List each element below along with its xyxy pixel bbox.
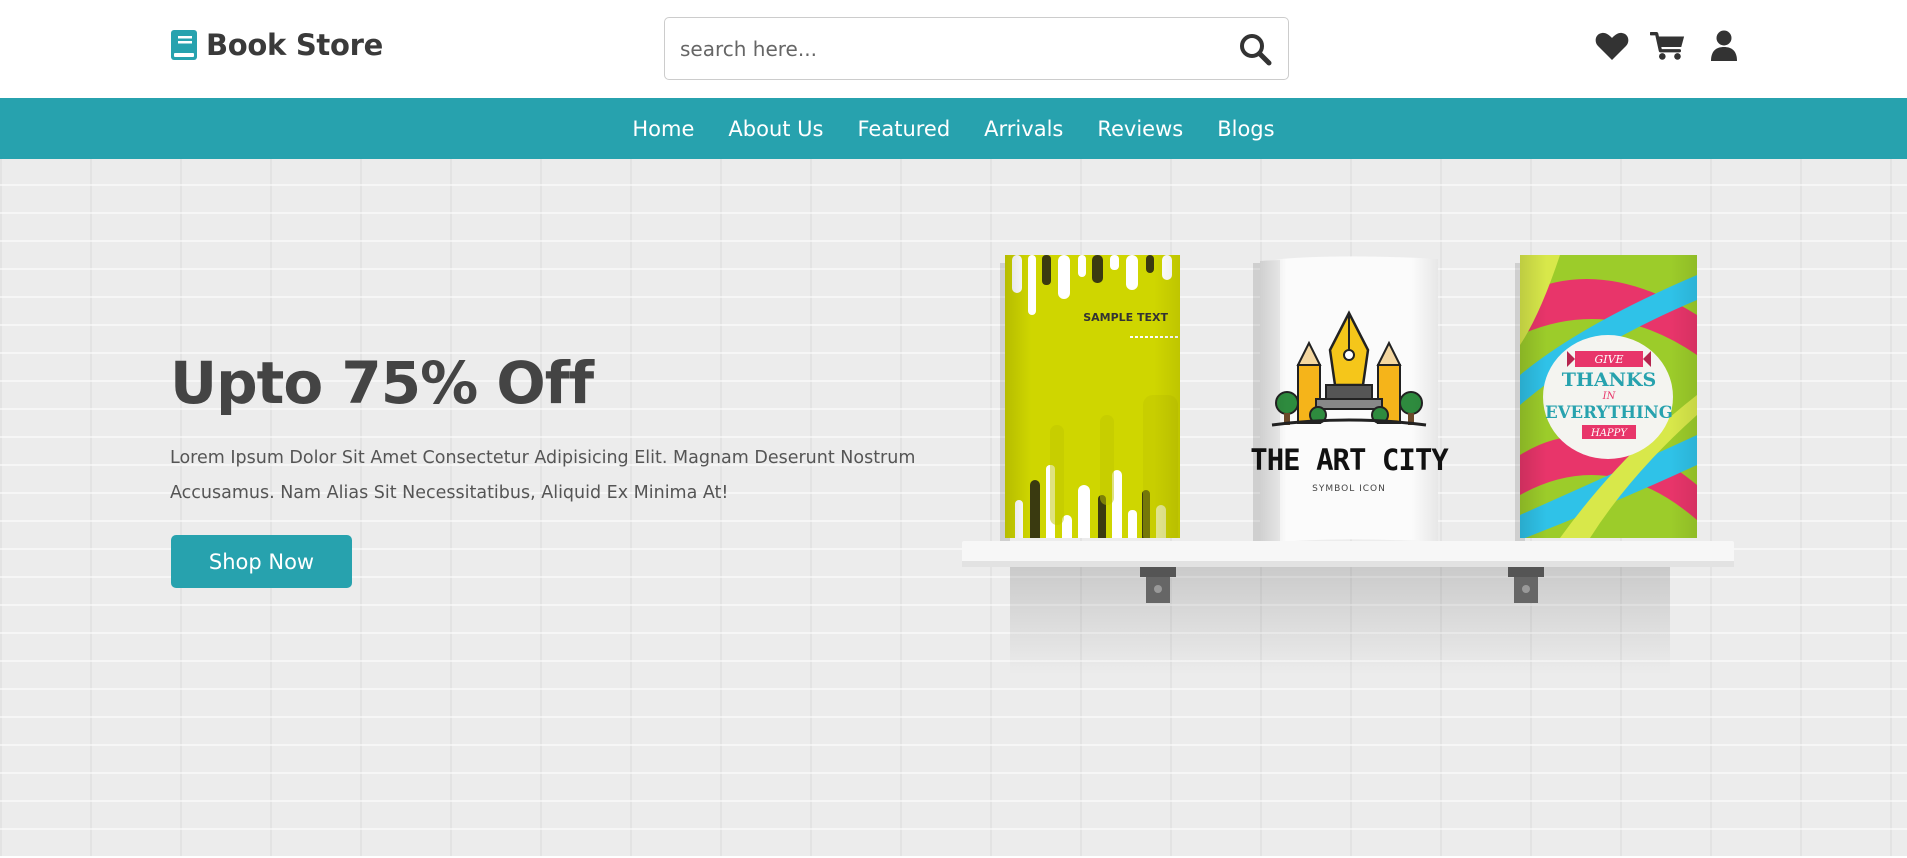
search-input[interactable] (680, 18, 1220, 79)
hero-description: Lorem Ipsum Dolor Sit Amet Consectetur A… (170, 448, 916, 503)
search-icon[interactable] (1238, 32, 1272, 66)
user-icon (1711, 30, 1737, 61)
nav-reviews[interactable]: Reviews (1080, 117, 1200, 141)
wishlist-button[interactable] (1594, 28, 1630, 64)
header-icons (1594, 28, 1742, 64)
nav-blogs[interactable]: Blogs (1200, 117, 1291, 141)
nav-arrivals[interactable]: Arrivals (967, 117, 1080, 141)
hero-title: Upto 75% Off (170, 349, 594, 417)
nav-home[interactable]: Home (615, 117, 711, 141)
brand-logo[interactable]: Book Store (170, 28, 383, 62)
heart-icon (1595, 32, 1629, 60)
main-nav: Home About Us Featured Arrivals Reviews … (0, 98, 1907, 159)
cart-button[interactable] (1650, 28, 1686, 64)
site-header: Book Store (0, 0, 1907, 98)
book-cover-give-thanks: GIVE THANKS IN EVERYTHING HAPPY (1515, 255, 1697, 543)
nav-about-us[interactable]: About Us (711, 117, 840, 141)
account-button[interactable] (1706, 28, 1742, 64)
hero-section: Upto 75% Off Lorem Ipsum Dolor Sit Amet … (0, 159, 1907, 858)
nav-featured[interactable]: Featured (840, 117, 967, 141)
book-cover-sample-text: SAMPLE TEXT (1000, 255, 1180, 543)
brand-name: Book Store (206, 28, 383, 62)
search-form (664, 17, 1289, 80)
book-shelf-illustration: SAMPLE TEXT (962, 255, 1734, 675)
cart-icon (1650, 32, 1685, 60)
book-icon (171, 30, 197, 60)
shop-now-button[interactable]: Shop Now (171, 535, 352, 588)
book-cover-art-city: THE ART CITY SYMBOL ICON (1250, 256, 1450, 544)
